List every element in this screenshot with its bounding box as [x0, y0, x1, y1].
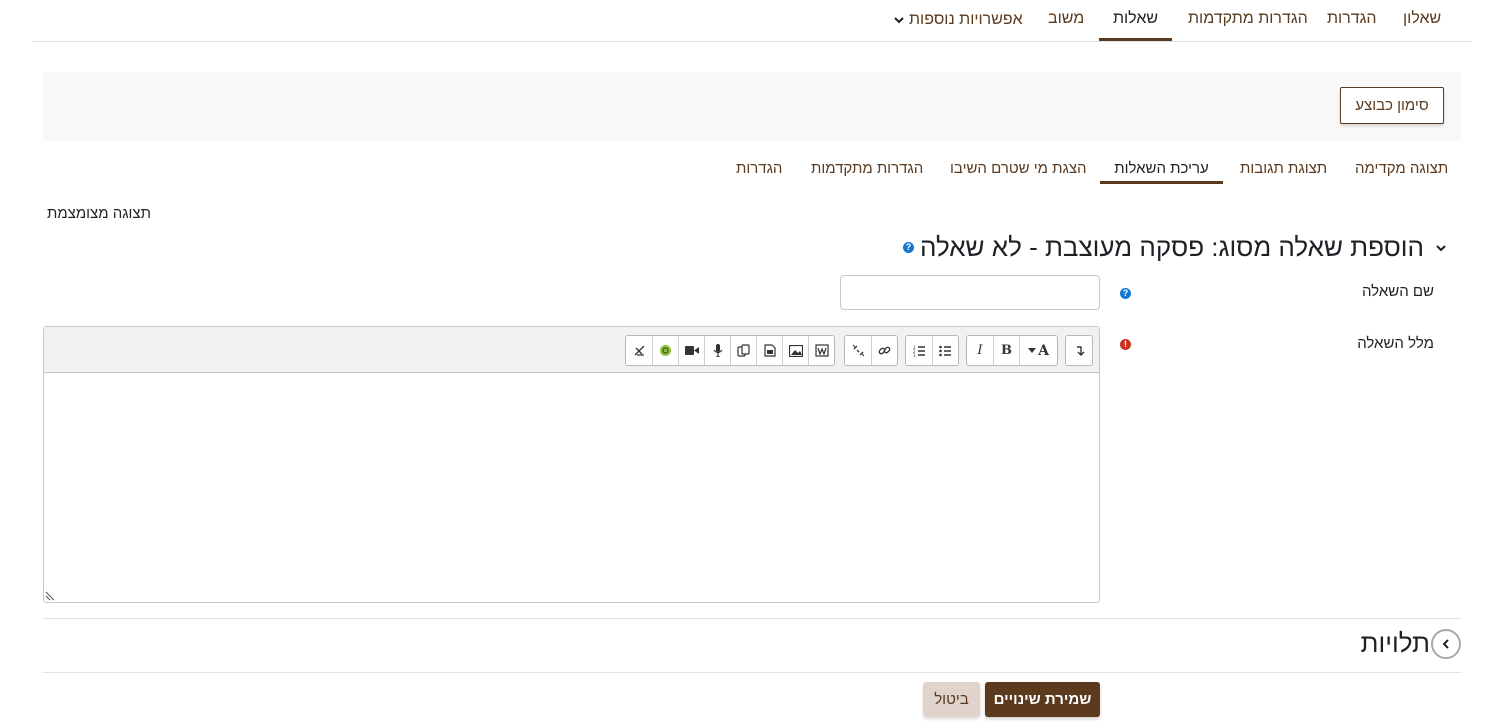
unordered-list-icon[interactable] — [932, 336, 958, 365]
help-icon[interactable]: ? — [1120, 288, 1131, 299]
tab-preview[interactable]: תצוגה מקדימה — [1355, 157, 1448, 183]
section-title: הוספת שאלה מסוג: פסקה מעוצבת - לא שאלה — [920, 232, 1424, 262]
toolbar-group-lists: 123 — [905, 335, 959, 366]
toolbar-group-style: I B A — [966, 335, 1058, 366]
activity-header-banner — [43, 72, 1461, 141]
font-style-icon[interactable]: A — [1019, 336, 1057, 365]
tab-settings[interactable]: הגדרות — [1327, 0, 1377, 40]
bold-icon[interactable]: B — [993, 336, 1019, 365]
toolbar-group-collapse — [1065, 335, 1093, 366]
caret-down-icon — [1028, 347, 1037, 353]
word-import-icon[interactable] — [808, 336, 834, 365]
tab-questions[interactable]: שאלות — [1099, 0, 1172, 41]
editor-toolbar: I B A 123 — [44, 327, 1099, 373]
svg-text:3: 3 — [913, 353, 916, 357]
rich-text-editor[interactable]: I B A 123 — [43, 326, 1100, 603]
collapse-icon[interactable] — [1066, 336, 1092, 365]
tab-feedback[interactable]: משוב — [1048, 0, 1084, 40]
divider — [43, 618, 1461, 619]
question-name-label: שם השאלה — [1361, 283, 1434, 300]
question-text-label: מלל השאלה — [1357, 335, 1434, 352]
top-navigation: שאלון הגדרות הגדרות מתקדמות שאלות משוב א… — [32, 0, 1472, 42]
record-audio-icon[interactable] — [704, 336, 730, 365]
section-header[interactable]: הוספת שאלה מסוג: פסקה מעוצבת - לא שאלה ? — [903, 232, 1448, 263]
mark-as-done-button[interactable]: סימון כבוצע — [1340, 87, 1444, 124]
tab-more-options[interactable]: אפשרויות נוספות — [893, 0, 1023, 40]
chevron-left-icon — [1442, 639, 1449, 649]
manage-files-icon[interactable] — [730, 336, 756, 365]
tab-advanced-settings[interactable]: הגדרות מתקדמות — [1188, 0, 1308, 40]
toolbar-group-links — [844, 335, 898, 366]
ordered-list-icon[interactable]: 123 — [906, 336, 932, 365]
divider — [43, 672, 1461, 673]
h5p-icon[interactable] — [652, 336, 678, 365]
collapse-all-link[interactable]: תצוגה מצומצמת — [47, 205, 151, 222]
tab-show-non-respondents[interactable]: הצגת מי שטרם השיבו — [950, 157, 1087, 183]
tab-sub-settings[interactable]: הגדרות — [736, 157, 782, 183]
unlink-icon[interactable] — [845, 336, 871, 365]
accessibility-checker-icon[interactable] — [626, 336, 652, 365]
media-icon[interactable] — [756, 336, 782, 365]
tab-view-responses[interactable]: תצוגת תגובות — [1240, 157, 1327, 183]
cancel-button[interactable]: ביטול — [923, 682, 980, 717]
help-icon[interactable]: ? — [903, 242, 914, 253]
image-icon[interactable] — [782, 336, 808, 365]
expand-section-button[interactable] — [1431, 629, 1461, 659]
chevron-down-icon — [893, 14, 905, 26]
italic-icon[interactable]: I — [967, 336, 993, 365]
tab-quiz[interactable]: שאלון — [1403, 0, 1441, 40]
font-glyph: A — [1038, 342, 1049, 359]
resize-handle-icon[interactable] — [45, 591, 55, 601]
tab-edit-questions[interactable]: עריכת השאלות — [1100, 157, 1223, 184]
save-changes-button[interactable]: שמירת שינויים — [985, 682, 1100, 717]
dependencies-title: תלויות — [1360, 628, 1430, 658]
chevron-down-icon[interactable] — [1434, 241, 1448, 255]
required-icon: ! — [1120, 339, 1131, 350]
toolbar-group-media — [625, 335, 835, 366]
more-options-label: אפשרויות נוספות — [909, 11, 1023, 28]
question-name-input[interactable] — [840, 275, 1100, 310]
link-icon[interactable] — [871, 336, 897, 365]
tab-sub-advanced-settings[interactable]: הגדרות מתקדמות — [811, 157, 923, 183]
record-video-icon[interactable] — [678, 336, 704, 365]
